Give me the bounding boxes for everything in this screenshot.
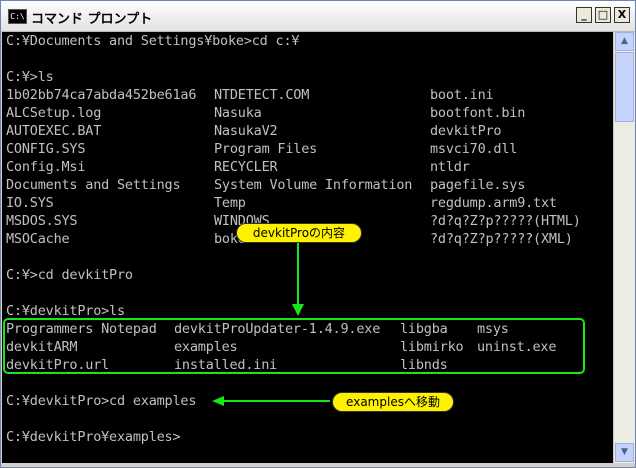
move-to-examples-callout: examplesへ移動 bbox=[332, 392, 454, 412]
down-arrow-head bbox=[292, 304, 304, 316]
left-arrow-head bbox=[212, 396, 224, 406]
devkitpro-contents-callout: devkitProの内容 bbox=[236, 223, 362, 243]
